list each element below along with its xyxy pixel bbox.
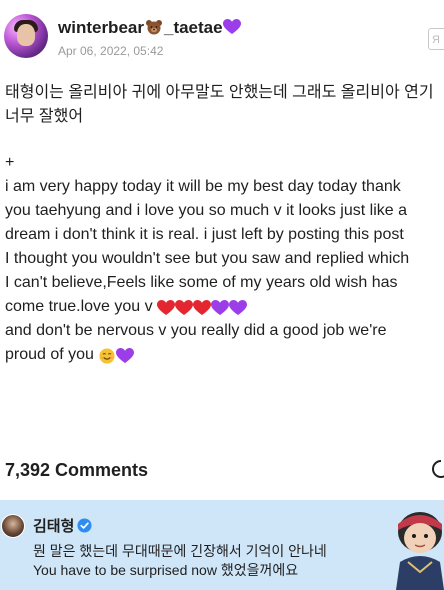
- post-body: 태형이는 올리비아 귀에 아무말도 안했는데 그래도 올리비아 연기 너무 잘했…: [5, 81, 444, 367]
- emoji-row: [98, 346, 135, 370]
- character-sticker-icon: [396, 512, 444, 590]
- comment-line-2: You have to be surprised now 했었을꺼에요: [33, 562, 299, 578]
- author-name-text: winterbear: [58, 18, 144, 37]
- post-line-en-8: proud of you: [5, 343, 444, 367]
- post-gap: [5, 129, 444, 151]
- purple-heart-icon: [222, 19, 241, 34]
- red-heart-icon: [157, 300, 176, 315]
- post-line-en-7: and don't be nervous v you really did a …: [5, 322, 387, 339]
- post-line-en-4: I thought you wouldn't see but you saw a…: [5, 250, 410, 267]
- smile-icon: [99, 348, 115, 364]
- purple-heart-icon: [229, 300, 248, 315]
- avatar-face: [17, 24, 35, 46]
- post-line-en-1: i am very happy today it will be my best…: [5, 178, 401, 195]
- translate-button[interactable]: Я: [428, 28, 444, 50]
- post-header: winterbear _taetae Apr 06, 2022, 05:42 Я: [0, 0, 444, 72]
- comments-count[interactable]: 7,392 Comments: [5, 460, 148, 481]
- post-line-en-3: dream i don't think it is real. i just l…: [5, 226, 404, 243]
- comment-author-text: 김태형: [33, 518, 75, 535]
- author-name[interactable]: winterbear _taetae: [58, 18, 241, 38]
- author-suffix-text: _taetae: [163, 18, 223, 37]
- section-divider: [0, 431, 444, 441]
- post-line-ko-1: 태형이는 올리비아 귀에 아무말도 안했는데 그래도 올리비아 연기: [5, 84, 434, 101]
- red-heart-icon: [193, 300, 212, 315]
- post-line-en-2: you taehyung and i love you so much v it…: [5, 202, 407, 219]
- post-line-en-6: come true.love you v: [5, 295, 444, 319]
- post-line-en-8-text: proud of you: [5, 346, 94, 363]
- comment-avatar[interactable]: [1, 514, 25, 538]
- post-line-en-5: I can't believe,Feels like some of my ye…: [5, 274, 398, 291]
- bear-face-icon: [145, 20, 162, 35]
- red-heart-icon: [175, 300, 194, 315]
- purple-heart-icon: [116, 348, 135, 363]
- post-line-en-6-text: come true.love you v: [5, 298, 153, 315]
- verified-badge-icon: [77, 518, 92, 533]
- purple-heart-icon: [211, 300, 230, 315]
- author-avatar[interactable]: [4, 14, 48, 58]
- comment-line-1: 뭔 말은 했는데 무대때문에 긴장해서 기억이 안나네: [33, 543, 327, 559]
- post-plus: +: [5, 154, 15, 171]
- comment-author[interactable]: 김태형: [33, 515, 92, 536]
- post-line-ko-2: 너무 잘했어: [5, 108, 84, 125]
- refresh-icon[interactable]: [432, 458, 444, 480]
- comment-card[interactable]: 김태형 뭔 말은 했는데 무대때문에 긴장해서 기억이 안나네 You have…: [0, 500, 444, 590]
- post-page: winterbear _taetae Apr 06, 2022, 05:42 Я…: [0, 0, 444, 590]
- post-date: Apr 06, 2022, 05:42: [58, 44, 164, 58]
